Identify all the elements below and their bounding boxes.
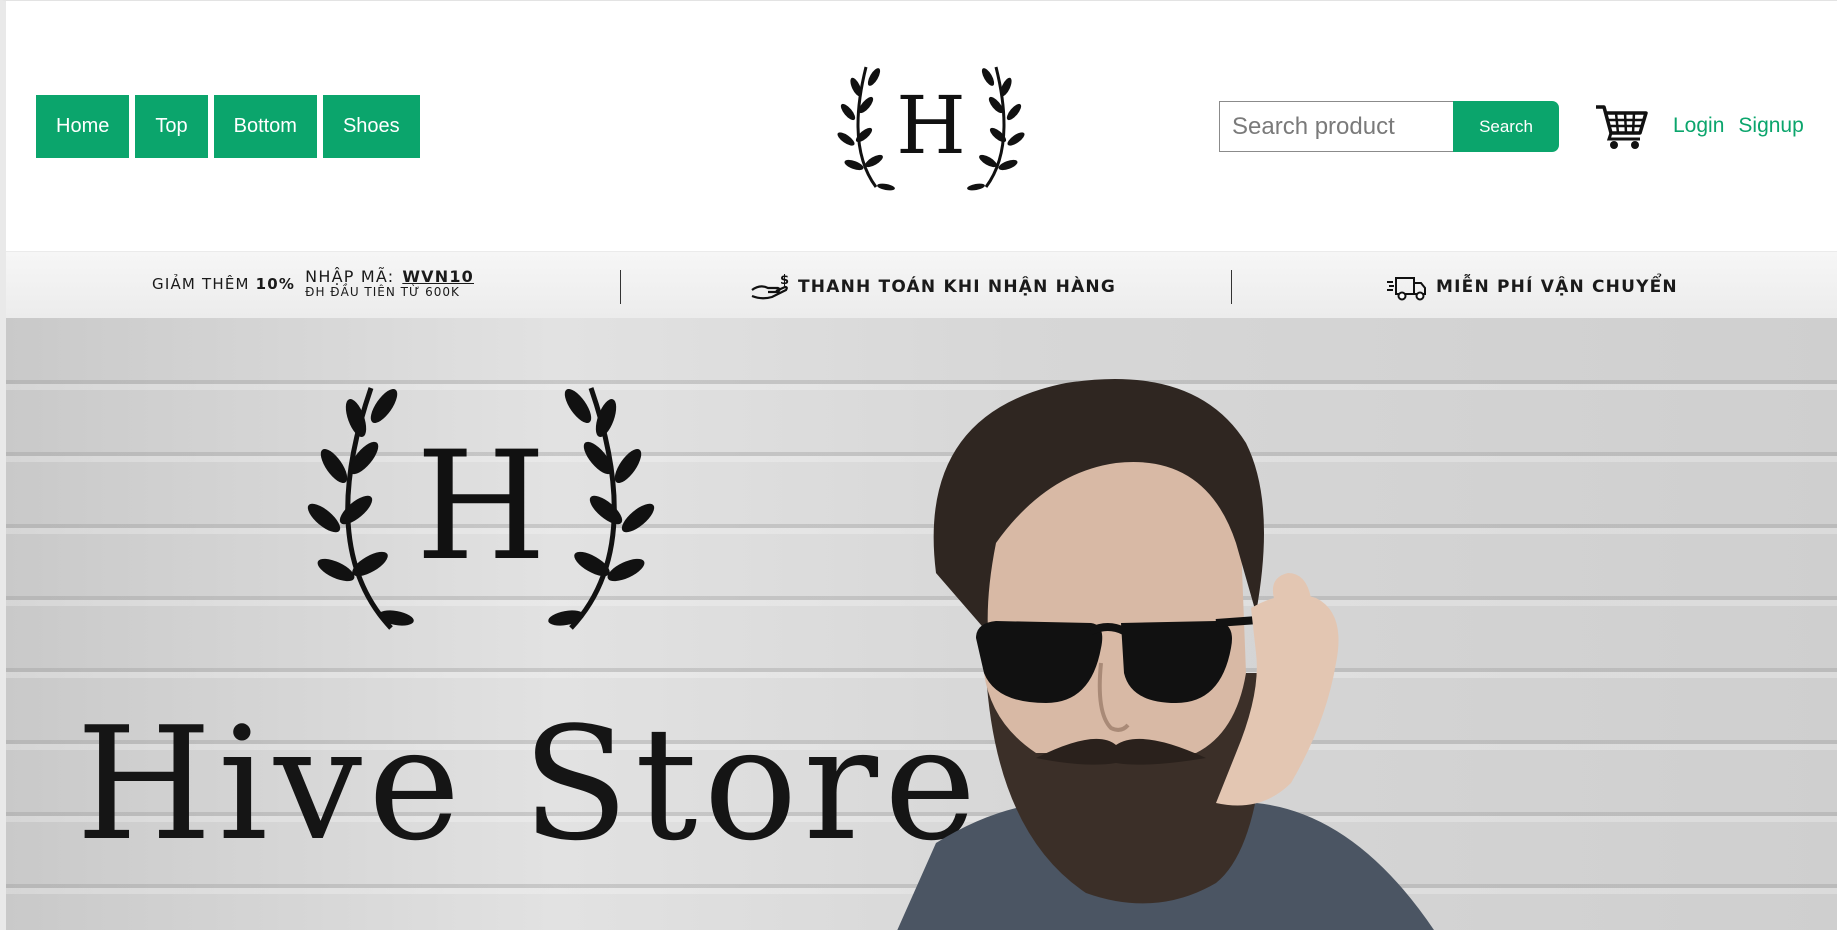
cart-icon[interactable] xyxy=(1594,101,1648,151)
svg-text:$: $ xyxy=(780,273,790,288)
code-condition: ĐH ĐẦU TIÊN TỪ 600K xyxy=(305,285,460,300)
code-stack: NHẬP MÃ: WVN10 ĐH ĐẦU TIÊN TỪ 600K xyxy=(305,267,474,300)
nav-home-button[interactable]: Home xyxy=(36,95,130,158)
nav-top-button[interactable]: Top xyxy=(135,95,208,158)
nav-shoes-button[interactable]: Shoes xyxy=(322,95,420,158)
search-button[interactable]: Search xyxy=(1453,101,1559,152)
site-header: Home Top Bottom Shoes H Search product S… xyxy=(6,1,1837,251)
logo-letter: H xyxy=(896,79,966,172)
hand-money-icon: $ xyxy=(751,273,790,300)
promo-divider xyxy=(1231,270,1232,304)
nav-bottom-button[interactable]: Bottom xyxy=(213,95,317,158)
promo-divider xyxy=(620,270,621,304)
promo-bar: GIẢM THÊM 10% NHẬP MÃ: WVN10 ĐH ĐẦU TIÊN … xyxy=(6,251,1837,318)
hero-laurel-logo: H xyxy=(307,387,655,630)
bearded-man-sunglasses-photo xyxy=(897,379,1434,930)
hero-banner[interactable]: H Hive Store xyxy=(6,318,1837,930)
cod-promo: $ THANH TOÁN KHI NHẬN HÀNG xyxy=(750,272,1116,302)
auth-links: Login Signup xyxy=(1673,114,1804,138)
promo-code[interactable]: WVN10 xyxy=(402,267,474,286)
page: Home Top Bottom Shoes H Search product S… xyxy=(0,0,1837,930)
hero-logo-letter: H xyxy=(416,420,547,594)
discount-promo: GIẢM THÊM 10% NHẬP MÃ: WVN10 ĐH ĐẦU TIÊN … xyxy=(152,267,474,300)
main-nav: Home Top Bottom Shoes xyxy=(36,95,420,158)
discount-lead: GIẢM THÊM 10% xyxy=(152,275,296,294)
search-bar: Search xyxy=(1219,101,1559,152)
shipping-promo: MIỄN PHÍ VẬN CHUYỂN xyxy=(1386,272,1678,302)
login-link[interactable]: Login xyxy=(1673,114,1724,138)
signup-link[interactable]: Signup xyxy=(1738,114,1803,138)
hero-title: Hive Store xyxy=(76,693,983,875)
laurel-wreath-logo[interactable]: H xyxy=(836,57,1026,195)
search-input[interactable] xyxy=(1219,101,1453,152)
code-line: NHẬP MÃ: WVN10 xyxy=(305,267,474,286)
delivery-truck-icon xyxy=(1387,277,1426,301)
